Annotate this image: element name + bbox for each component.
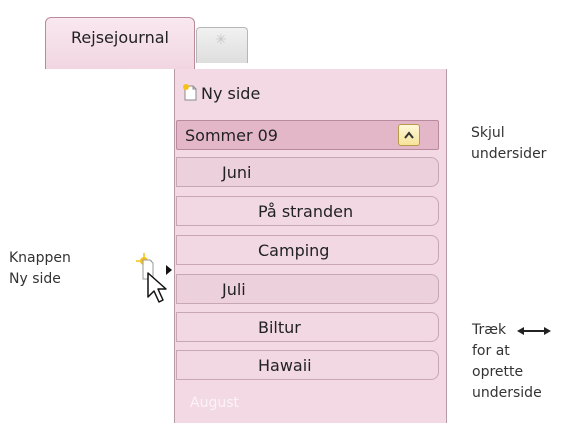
callout-line: Knappen: [9, 250, 71, 266]
callout-line: oprette: [472, 364, 524, 380]
page-item-juni[interactable]: Juni: [176, 157, 439, 187]
callout-line: undersider: [471, 146, 547, 162]
callout-line: underside: [472, 385, 542, 401]
page-item-camping[interactable]: Camping: [176, 235, 439, 265]
callout-drag-row: Træk: [472, 320, 552, 341]
page-item-juli[interactable]: Juli: [176, 274, 439, 304]
callout-line: Træk: [472, 322, 507, 338]
chevron-up-icon: [404, 131, 414, 139]
callout-line: for at: [472, 343, 510, 359]
page-item-label: Hawaii: [258, 355, 312, 375]
page-item-label: Sommer 09: [185, 125, 278, 145]
double-arrow-icon: [517, 326, 552, 335]
new-page-button[interactable]: Ny side: [201, 84, 260, 103]
page-item-paa-stranden[interactable]: På stranden: [176, 196, 439, 226]
page-item-label: Camping: [258, 240, 330, 260]
sparkle-icon: ✳: [215, 32, 227, 48]
page-item-label: På stranden: [258, 201, 354, 221]
drag-cursor-icon: [136, 253, 172, 303]
page-item-hawaii[interactable]: Hawaii: [176, 350, 439, 380]
callout-line: Skjul: [471, 125, 505, 141]
page-item-label: Juni: [222, 162, 252, 182]
page-item-biltur[interactable]: Biltur: [176, 312, 439, 342]
callout-hide-subpages: Skjul undersider: [471, 123, 546, 165]
section-tab-label: Rejsejournal: [71, 28, 169, 47]
page-item-label: Biltur: [258, 317, 301, 337]
page-item-label: Juli: [222, 279, 246, 299]
page-item-august-faded[interactable]: August: [190, 395, 239, 411]
callout-line: Ny side: [9, 271, 61, 287]
callout-new-page-button: Knappen Ny side: [9, 248, 71, 290]
callout-drag-subpage: Træk for at oprette underside: [472, 320, 552, 404]
collapse-subpages-button[interactable]: [398, 124, 420, 146]
new-page-icon[interactable]: [182, 83, 198, 101]
